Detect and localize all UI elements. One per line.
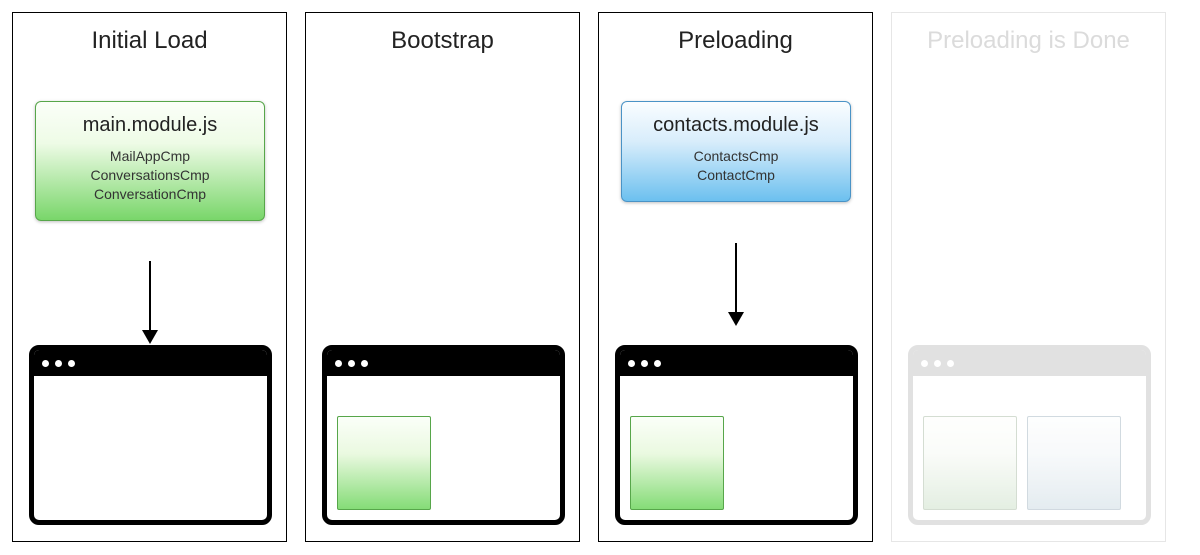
browser-titlebar [620,350,853,376]
window-dot-icon [654,360,661,367]
panel-preloading-done: Preloading is Done [891,12,1166,542]
loaded-tile-main [923,416,1017,510]
module-title: contacts.module.js [628,114,844,137]
window-dot-icon [361,360,368,367]
browser-viewport [913,376,1146,520]
window-dot-icon [641,360,648,367]
browser-window [322,345,565,525]
window-dot-icon [628,360,635,367]
arrow-down-icon [728,243,744,326]
browser-viewport [620,376,853,520]
module-line: ContactCmp [628,166,844,185]
browser-viewport [327,376,560,520]
diagram-stage: Initial Load main.module.js MailAppCmp C… [12,12,1188,542]
module-card-contacts: contacts.module.js ContactsCmp ContactCm… [621,101,851,202]
browser-titlebar [913,350,1146,376]
panel-title: Bootstrap [306,27,579,55]
arrow-down-icon [142,261,158,344]
panel-bootstrap: Bootstrap [305,12,580,542]
module-title: main.module.js [42,114,258,137]
panel-title: Preloading [599,27,872,55]
module-card-main: main.module.js MailAppCmp ConversationsC… [35,101,265,221]
window-dot-icon [947,360,954,367]
browser-window [615,345,858,525]
browser-window [908,345,1151,525]
module-line: ConversationCmp [42,185,258,204]
window-dot-icon [68,360,75,367]
window-dot-icon [348,360,355,367]
window-dot-icon [921,360,928,367]
window-dot-icon [335,360,342,367]
loaded-tile-main [630,416,724,510]
panel-title: Preloading is Done [892,27,1165,55]
loaded-tile-contacts [1027,416,1121,510]
module-line: MailAppCmp [42,147,258,166]
panel-initial-load: Initial Load main.module.js MailAppCmp C… [12,12,287,542]
browser-window [29,345,272,525]
browser-titlebar [327,350,560,376]
window-dot-icon [42,360,49,367]
window-dot-icon [934,360,941,367]
module-line: ConversationsCmp [42,166,258,185]
panel-preloading: Preloading contacts.module.js ContactsCm… [598,12,873,542]
window-dot-icon [55,360,62,367]
panel-title: Initial Load [13,27,286,55]
browser-viewport [34,376,267,520]
loaded-tile-main [337,416,431,510]
module-line: ContactsCmp [628,147,844,166]
browser-titlebar [34,350,267,376]
